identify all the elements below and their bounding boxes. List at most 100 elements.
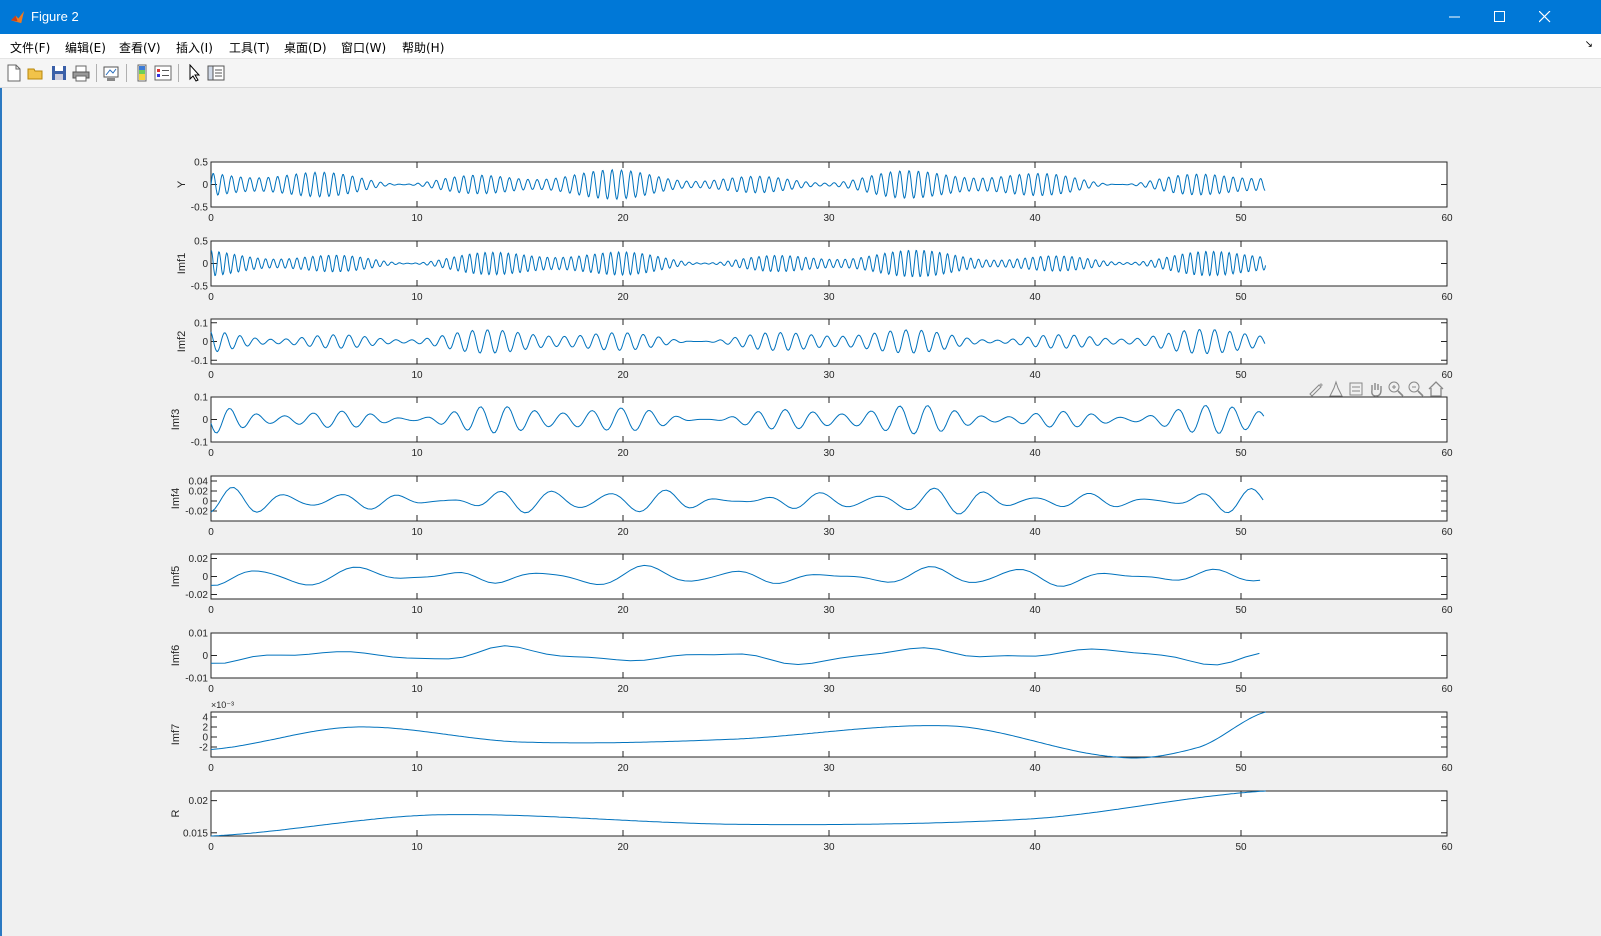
x-tick-label: 20 — [617, 605, 629, 616]
x-tick-label: 60 — [1441, 527, 1453, 538]
x-tick-label: 50 — [1235, 763, 1247, 774]
link-plot-icon[interactable] — [102, 64, 120, 82]
x-tick-label: 60 — [1441, 448, 1453, 459]
pan-icon[interactable] — [1367, 380, 1385, 398]
y-tick-label: -0.5 — [191, 203, 209, 214]
axes-box — [210, 396, 1448, 443]
x-tick-label: 50 — [1235, 527, 1247, 538]
x-tick-label: 10 — [411, 605, 423, 616]
y-tick-label: 0 — [202, 180, 208, 191]
x-tick-label: 50 — [1235, 213, 1247, 224]
x-tick-label: 40 — [1029, 448, 1041, 459]
subplot-imf6: 0 10 20 30 40 50 600.010-0.01Imf6 — [170, 629, 1453, 696]
colorbar-icon[interactable] — [133, 64, 151, 82]
axes-box — [210, 790, 1448, 837]
subplot-y: 0 10 20 30 40 50 600.50-0.5Y — [176, 158, 1453, 225]
y-tick-label: 0.015 — [183, 828, 208, 839]
subplot-imf1: 0 10 20 30 40 50 600.50-0.5Imf1 — [176, 237, 1453, 304]
minimize-button[interactable] — [1432, 0, 1478, 34]
x-tick-label: 60 — [1441, 842, 1453, 853]
x-tick-label: 10 — [411, 842, 423, 853]
maximize-button[interactable] — [1477, 0, 1523, 34]
y-axis-label: Imf5 — [170, 566, 182, 587]
x-tick-label: 10 — [411, 527, 423, 538]
x-tick-label: 40 — [1029, 370, 1041, 381]
edit-plot-icon[interactable] — [186, 64, 204, 82]
x-tick-label: 40 — [1029, 527, 1041, 538]
y-tick-label: 0 — [202, 259, 208, 270]
close-icon — [1539, 11, 1551, 23]
y-axis-label: Imf1 — [176, 253, 188, 274]
x-tick-label: 0 — [208, 448, 214, 459]
subplot-imf7: 0 10 20 30 40 50 60420-2Imf7×10⁻³ — [170, 700, 1453, 774]
rotate-icon[interactable] — [1347, 380, 1365, 398]
y-tick-label: 0 — [202, 651, 208, 662]
brush-icon[interactable] — [1307, 380, 1325, 398]
x-tick-label: 10 — [411, 213, 423, 224]
y-tick-label: 0.1 — [194, 318, 208, 329]
x-tick-label: 20 — [617, 370, 629, 381]
y-tick-label: 0 — [202, 337, 208, 348]
x-tick-label: 50 — [1235, 842, 1247, 853]
save-icon[interactable] — [50, 64, 68, 82]
x-tick-label: 50 — [1235, 605, 1247, 616]
y-tick-label: -0.01 — [185, 674, 208, 685]
zoom-in-icon[interactable] — [1387, 380, 1405, 398]
x-tick-label: 20 — [617, 842, 629, 853]
x-tick-label: 30 — [823, 684, 835, 695]
y-axis-label: Imf3 — [170, 409, 182, 430]
x-tick-label: 0 — [208, 370, 214, 381]
y-tick-label: 0.5 — [194, 158, 208, 169]
menu-window[interactable]: 窗口(W) — [341, 39, 386, 56]
menu-insert[interactable]: 插入(I) — [176, 39, 213, 56]
y-axis-label: R — [170, 809, 182, 817]
dock-arrow-icon[interactable]: ↘ — [1585, 39, 1593, 50]
zoom-out-icon[interactable] — [1407, 380, 1425, 398]
y-tick-label: -0.1 — [191, 356, 209, 367]
y-axis-label: Imf6 — [170, 645, 182, 666]
x-tick-label: 60 — [1441, 605, 1453, 616]
x-tick-label: 0 — [208, 213, 214, 224]
property-inspector-icon[interactable] — [207, 64, 225, 82]
legend-icon[interactable] — [154, 64, 172, 82]
window-title: Figure 2 — [31, 9, 79, 24]
subplot-imf3: 0 10 20 30 40 50 600.10-0.1Imf3 — [170, 393, 1453, 460]
home-icon[interactable] — [1427, 380, 1445, 398]
figure-canvas: 0 10 20 30 40 50 60 0.5 0 -0.5 Y 0 10 20 30 40 50 60 0.5 0-… — [0, 88, 1601, 936]
menu-help[interactable]: 帮助(H) — [402, 39, 444, 56]
figure-toolbar — [0, 59, 1601, 88]
x-tick-label: 30 — [823, 527, 835, 538]
x-tick-label: 30 — [823, 605, 835, 616]
y-tick-label: -2 — [199, 743, 208, 754]
x-tick-label: 20 — [617, 448, 629, 459]
menu-file[interactable]: 文件(F) — [10, 39, 50, 56]
menu-edit[interactable]: 编辑(E) — [65, 39, 106, 56]
new-figure-icon[interactable] — [5, 64, 23, 82]
y-tick-label: 0 — [202, 415, 208, 426]
print-icon[interactable] — [72, 64, 90, 82]
x-tick-label: 0 — [208, 527, 214, 538]
y-tick-label: 0.01 — [189, 629, 209, 640]
menu-desktop[interactable]: 桌面(D) — [284, 39, 327, 56]
toolbar-separator — [178, 64, 179, 82]
x-tick-label: 40 — [1029, 842, 1041, 853]
y-tick-label: 0.02 — [189, 796, 209, 807]
subplot-imf2: 0 10 20 30 40 50 600.10-0.1Imf2 — [176, 318, 1453, 381]
y-axis-label: Imf2 — [176, 331, 188, 352]
menu-tools[interactable]: 工具(T) — [229, 39, 270, 56]
x-tick-label: 30 — [823, 370, 835, 381]
y-tick-label: 0.5 — [194, 237, 208, 248]
menu-view[interactable]: 查看(V) — [119, 39, 161, 56]
data-cursor-icon[interactable] — [1327, 380, 1345, 398]
y-axis-label: Y — [176, 180, 188, 188]
x-tick-label: 10 — [411, 370, 423, 381]
matlab-logo-icon — [10, 10, 25, 24]
close-button[interactable] — [1522, 0, 1568, 34]
title-bar: Figure 2 — [0, 0, 1601, 34]
subplot-stack: 0 10 20 30 40 50 600.50-0.5Y0 10 20 30 40 50 600.50-… — [170, 158, 1453, 854]
open-file-icon[interactable] — [27, 64, 45, 82]
y-tick-label: -0.02 — [185, 507, 208, 518]
x-tick-label: 0 — [208, 684, 214, 695]
axes-toolbar — [1307, 380, 1447, 400]
x-tick-label: 10 — [411, 448, 423, 459]
